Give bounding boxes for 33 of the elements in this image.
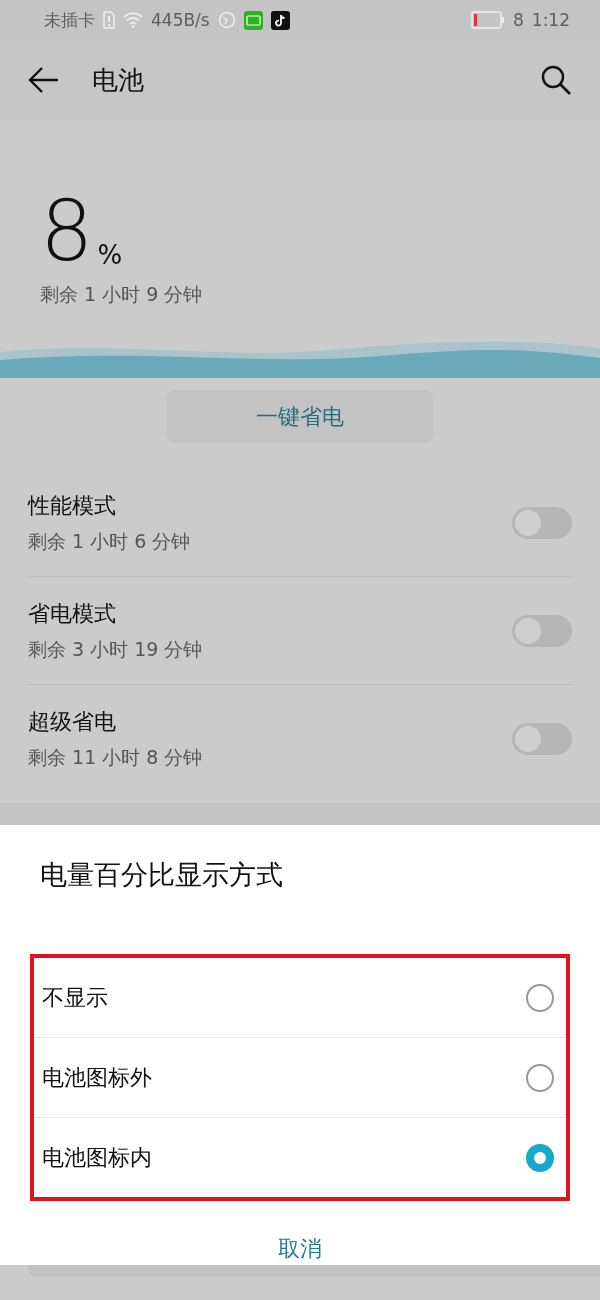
mode-remaining: 剩余 1 小时 6 分钟 <box>28 528 192 554</box>
remaining-time: 剩余 1 小时 9 分钟 <box>40 282 204 307</box>
mode-switch[interactable] <box>512 722 572 755</box>
option-label: 电池图标外 <box>42 1063 153 1092</box>
page-title: 电池 <box>92 63 145 97</box>
power-save-button[interactable]: 一键省电 <box>167 390 433 443</box>
sim-icon <box>103 11 115 29</box>
radio-button[interactable] <box>526 1063 554 1092</box>
app-icon <box>243 10 263 30</box>
radio-button[interactable] <box>526 983 554 1012</box>
dialog-title: 电量百分比显示方式 <box>39 858 284 892</box>
mode-title: 超级省电 <box>28 707 117 736</box>
mode-title: 性能模式 <box>28 491 117 520</box>
search-icon[interactable] <box>540 64 572 96</box>
battery-percent: 8 <box>40 192 94 270</box>
mode-remaining: 剩余 3 小时 19 分钟 <box>28 636 204 662</box>
option-label: 电池图标内 <box>42 1143 153 1172</box>
battery-icon <box>471 11 505 29</box>
carrier-text: 未插卡 <box>44 8 95 32</box>
battery-level-text: 8 <box>513 10 524 30</box>
network-speed: 445B/s <box>151 10 210 30</box>
option-label: 不显示 <box>42 983 109 1012</box>
mode-switch[interactable] <box>512 614 572 647</box>
percent-sign: % <box>97 240 123 270</box>
mode-switch[interactable] <box>512 506 572 539</box>
cancel-button[interactable]: 取消 <box>272 1233 328 1265</box>
back-icon[interactable] <box>28 66 60 94</box>
radio-button[interactable] <box>526 1143 554 1172</box>
wifi-icon <box>123 12 143 28</box>
mode-title: 省电模式 <box>28 599 117 628</box>
music-note-icon <box>270 10 290 30</box>
mode-remaining: 剩余 11 小时 8 分钟 <box>28 744 204 770</box>
clock-text: 1:12 <box>531 10 570 30</box>
